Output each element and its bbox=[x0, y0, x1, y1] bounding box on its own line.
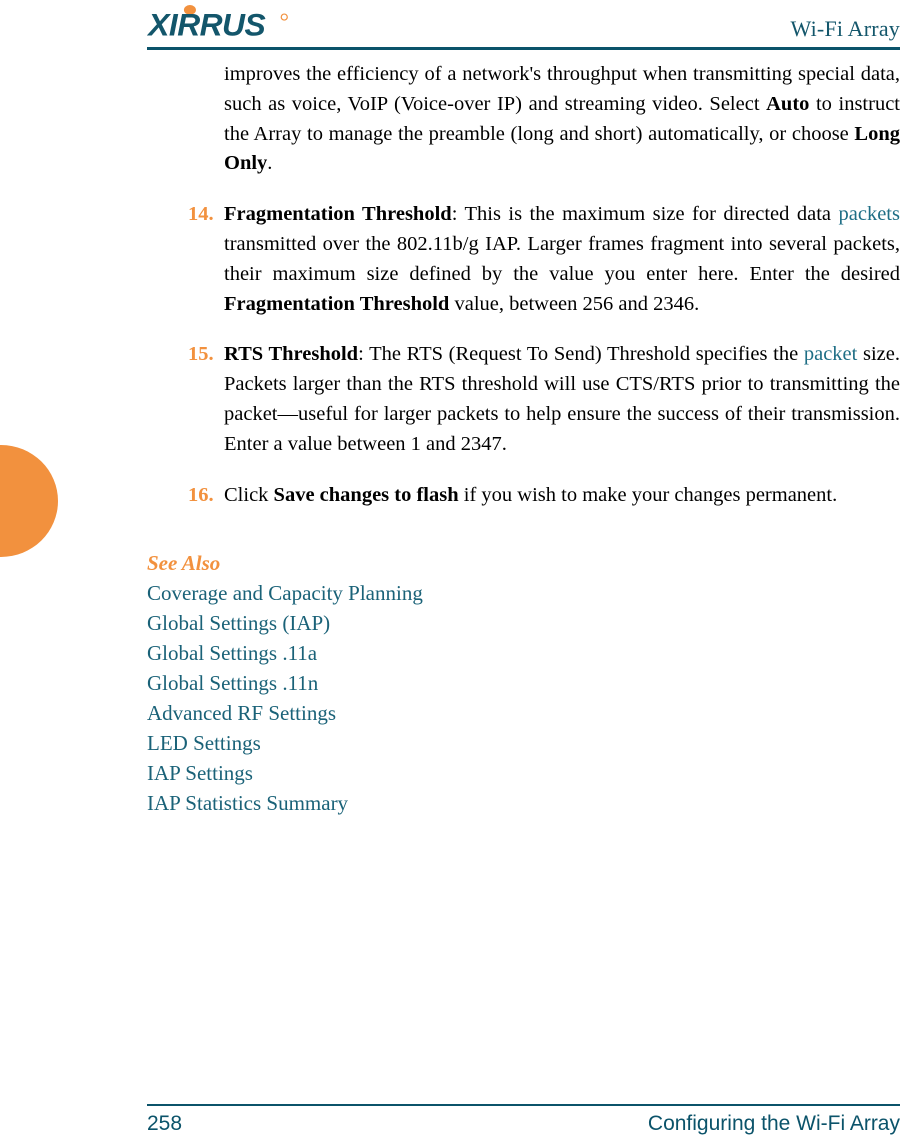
list-item-14-text-2: transmitted over the 802.11b/g IAP. Larg… bbox=[224, 232, 900, 285]
see-also-heading: See Also bbox=[147, 551, 221, 576]
page-content: improves the efficiency of a network's t… bbox=[147, 60, 900, 818]
list-item-14-text-1: : This is the maximum size for directed … bbox=[451, 203, 839, 226]
list-item-14-term-2: Fragmentation Threshold bbox=[224, 292, 450, 315]
header-title: Wi-Fi Array bbox=[790, 16, 900, 41]
svg-text:XIRRUS: XIRRUS bbox=[147, 7, 265, 39]
list-item-15-term: RTS Threshold bbox=[224, 343, 359, 366]
list-item-15: 15. RTS Threshold: The RTS (Request To S… bbox=[147, 340, 900, 459]
page-footer: 258 Configuring the Wi-Fi Array bbox=[147, 1104, 900, 1137]
see-also-link-coverage-and-capacity-planning[interactable]: Coverage and Capacity Planning bbox=[147, 578, 900, 608]
see-also-link-advanced-rf-settings[interactable]: Advanced RF Settings bbox=[147, 698, 900, 728]
intro-text-3: . bbox=[267, 152, 273, 175]
list-item-16-number: 16. bbox=[188, 483, 214, 506]
intro-bold-auto: Auto bbox=[766, 92, 810, 115]
footer-chapter-title: Configuring the Wi-Fi Array bbox=[647, 1112, 900, 1135]
page-header: XIRRUS Wi-Fi Array bbox=[147, 0, 900, 52]
see-also-link-iap-statistics-summary[interactable]: IAP Statistics Summary bbox=[147, 788, 900, 818]
intro-paragraph: improves the efficiency of a network's t… bbox=[147, 60, 900, 179]
list-item-15-number: 15. bbox=[188, 343, 214, 366]
see-also-link-led-settings[interactable]: LED Settings bbox=[147, 728, 900, 758]
list-item-14-text-3: value, between 256 and 2346. bbox=[449, 292, 700, 315]
see-also-link-global-settings-11n[interactable]: Global Settings .11n bbox=[147, 668, 900, 698]
list-item-16-text-2: if you wish to make your changes permane… bbox=[458, 483, 838, 506]
list-item-14-term: Fragmentation Threshold bbox=[224, 203, 452, 226]
xref-packets[interactable]: packets bbox=[839, 203, 900, 225]
list-item-16-text-1: Click bbox=[224, 483, 274, 506]
list-item-16-term: Save changes to flash bbox=[273, 483, 459, 506]
list-item-15-text-1: : The RTS (Request To Send) Threshold sp… bbox=[358, 343, 804, 366]
list-item-14: 14. Fragmentation Threshold: This is the… bbox=[147, 200, 900, 319]
footer-page-number: 258 bbox=[147, 1112, 183, 1135]
list-item-15-text: RTS Threshold: The RTS (Request To Send)… bbox=[147, 340, 900, 459]
see-also-link-global-settings-11a[interactable]: Global Settings .11a bbox=[147, 638, 900, 668]
list-item-16: 16. Click Save changes to flash if you w… bbox=[147, 481, 900, 511]
header-divider bbox=[147, 47, 900, 50]
see-also-link-iap-settings[interactable]: IAP Settings bbox=[147, 758, 900, 788]
list-item-16-text: Click Save changes to flash if you wish … bbox=[147, 481, 900, 511]
list-item-14-text: Fragmentation Threshold: This is the max… bbox=[147, 200, 900, 319]
xirrus-logo: XIRRUS bbox=[147, 5, 288, 39]
orange-page-tab bbox=[0, 445, 58, 557]
see-also-section: See Also Coverage and Capacity Planning … bbox=[147, 548, 900, 818]
footer-divider bbox=[147, 1104, 900, 1106]
list-item-14-number: 14. bbox=[188, 203, 214, 226]
see-also-link-global-settings-iap[interactable]: Global Settings (IAP) bbox=[147, 608, 900, 638]
registered-mark-icon bbox=[280, 13, 288, 21]
xref-packet[interactable]: packet bbox=[804, 343, 858, 365]
